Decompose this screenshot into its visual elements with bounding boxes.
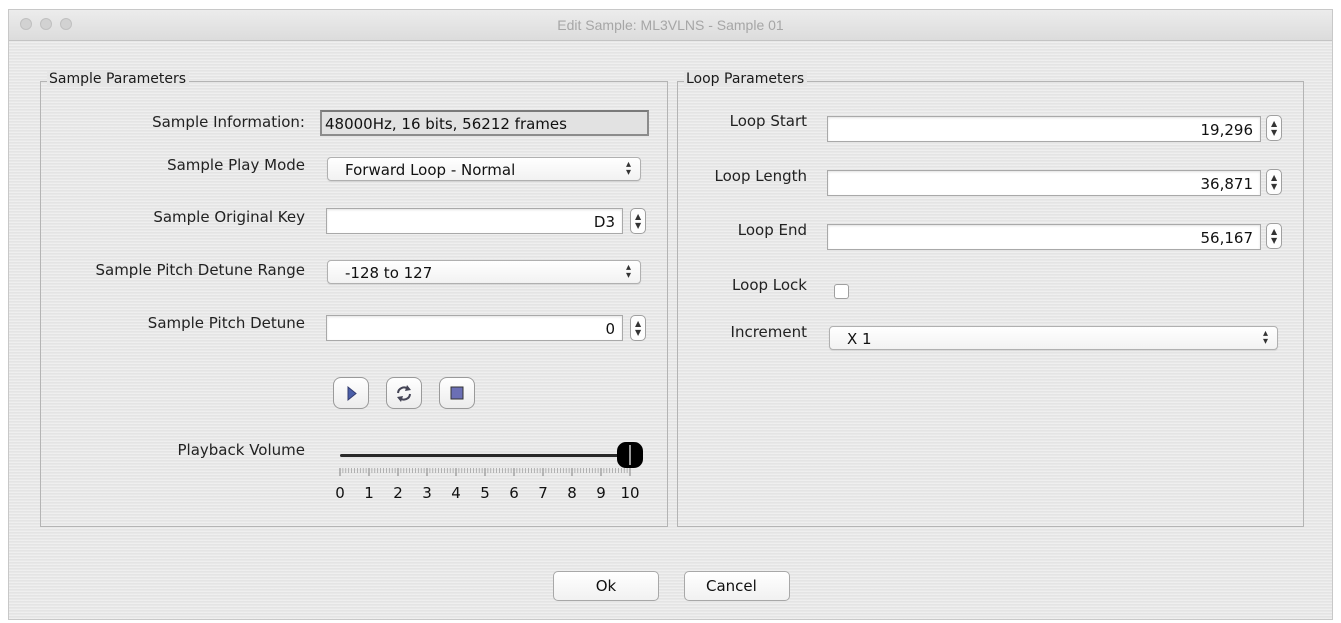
- play-button[interactable]: [333, 377, 369, 409]
- stepper-up-icon: ▲: [1271, 119, 1278, 128]
- sample-original-key-stepper[interactable]: ▲ ▼: [630, 208, 646, 234]
- slider-tick-label: 1: [364, 484, 374, 502]
- loop-end-field[interactable]: 56,167: [827, 224, 1261, 250]
- stepper-down-icon: ▼: [635, 221, 642, 230]
- loop-end-stepper[interactable]: ▲ ▼: [1266, 223, 1282, 249]
- loop-parameters-title: Loop Parameters: [684, 71, 808, 87]
- slider-tick-label: 9: [596, 484, 606, 502]
- loop-start-field[interactable]: 19,296: [827, 116, 1261, 142]
- slider-tick-label: 4: [451, 484, 461, 502]
- loop-parameters-group: Loop Parameters: [677, 71, 1304, 527]
- sample-information-label: Sample Information:: [152, 113, 305, 131]
- loop-play-button[interactable]: [386, 377, 422, 409]
- stepper-down-icon: ▼: [1271, 236, 1278, 245]
- slider-tick-label: 8: [567, 484, 577, 502]
- title-bar: Edit Sample: ML3VLNS - Sample 01: [9, 10, 1332, 41]
- window-title: Edit Sample: ML3VLNS - Sample 01: [557, 17, 784, 33]
- sample-play-mode-select[interactable]: Forward Loop - Normal ▴ ▾: [327, 157, 641, 181]
- slider-tick-label: 3: [422, 484, 432, 502]
- stepper-up-icon: ▲: [1271, 173, 1278, 182]
- loop-length-stepper[interactable]: ▲ ▼: [1266, 169, 1282, 195]
- loop-end-label: Loop End: [737, 221, 807, 239]
- stop-icon: [450, 386, 464, 400]
- stepper-down-icon: ▼: [635, 328, 642, 337]
- slider-tick-label: 0: [335, 484, 345, 502]
- slider-thumb[interactable]: [617, 442, 643, 468]
- sample-pitch-detune-field[interactable]: 0: [326, 315, 623, 341]
- cancel-button[interactable]: Cancel: [684, 571, 790, 601]
- playback-volume-label: Playback Volume: [177, 441, 306, 459]
- slider-thumb-grip: [629, 445, 631, 465]
- sample-pitch-detune-range-select[interactable]: -128 to 127 ▴ ▾: [327, 260, 641, 284]
- slider-track: [340, 454, 630, 457]
- slider-tick-label: 6: [509, 484, 519, 502]
- stepper-down-icon: ▼: [1271, 182, 1278, 191]
- stepper-up-icon: ▲: [1271, 227, 1278, 236]
- sample-pitch-detune-range-value: -128 to 127: [345, 264, 433, 282]
- loop-start-stepper[interactable]: ▲ ▼: [1266, 115, 1282, 141]
- sample-parameters-title: Sample Parameters: [47, 71, 190, 87]
- slider-tick-label: 2: [393, 484, 403, 502]
- sample-original-key-field[interactable]: D3: [326, 208, 623, 234]
- increment-label: Increment: [730, 323, 807, 341]
- increment-value: X 1: [847, 330, 872, 348]
- slider-ticks: [339, 468, 631, 476]
- loop-length-label: Loop Length: [714, 167, 807, 185]
- stepper-up-icon: ▲: [635, 212, 642, 221]
- loop-play-icon: [397, 385, 411, 402]
- select-arrows-icon: ▴ ▾: [1262, 328, 1268, 347]
- slider-tick-label: 5: [480, 484, 490, 502]
- loop-lock-checkbox[interactable]: [834, 284, 849, 299]
- sample-play-mode-value: Forward Loop - Normal: [345, 161, 516, 179]
- loop-length-field[interactable]: 36,871: [827, 170, 1261, 196]
- stepper-up-icon: ▲: [635, 319, 642, 328]
- sample-information-value: 48000Hz, 16 bits, 56212 frames: [320, 110, 649, 136]
- slider-tick-label: 10: [620, 484, 640, 502]
- select-arrows-icon: ▴ ▾: [625, 159, 631, 178]
- select-arrows-icon: ▴ ▾: [625, 262, 631, 281]
- increment-select[interactable]: X 1 ▴ ▾: [829, 326, 1278, 350]
- ok-button[interactable]: Ok: [553, 571, 659, 601]
- slider-tick-label: 7: [538, 484, 548, 502]
- stop-button[interactable]: [439, 377, 475, 409]
- sample-play-mode-label: Sample Play Mode: [167, 156, 305, 174]
- loop-start-label: Loop Start: [729, 112, 807, 130]
- sample-pitch-detune-label: Sample Pitch Detune: [147, 314, 305, 332]
- sample-pitch-detune-range-label: Sample Pitch Detune Range: [95, 261, 305, 279]
- stepper-down-icon: ▼: [1271, 128, 1278, 137]
- sample-original-key-label: Sample Original Key: [153, 208, 305, 226]
- play-icon: [347, 385, 357, 402]
- loop-lock-label: Loop Lock: [732, 276, 807, 294]
- sample-pitch-detune-stepper[interactable]: ▲ ▼: [630, 315, 646, 341]
